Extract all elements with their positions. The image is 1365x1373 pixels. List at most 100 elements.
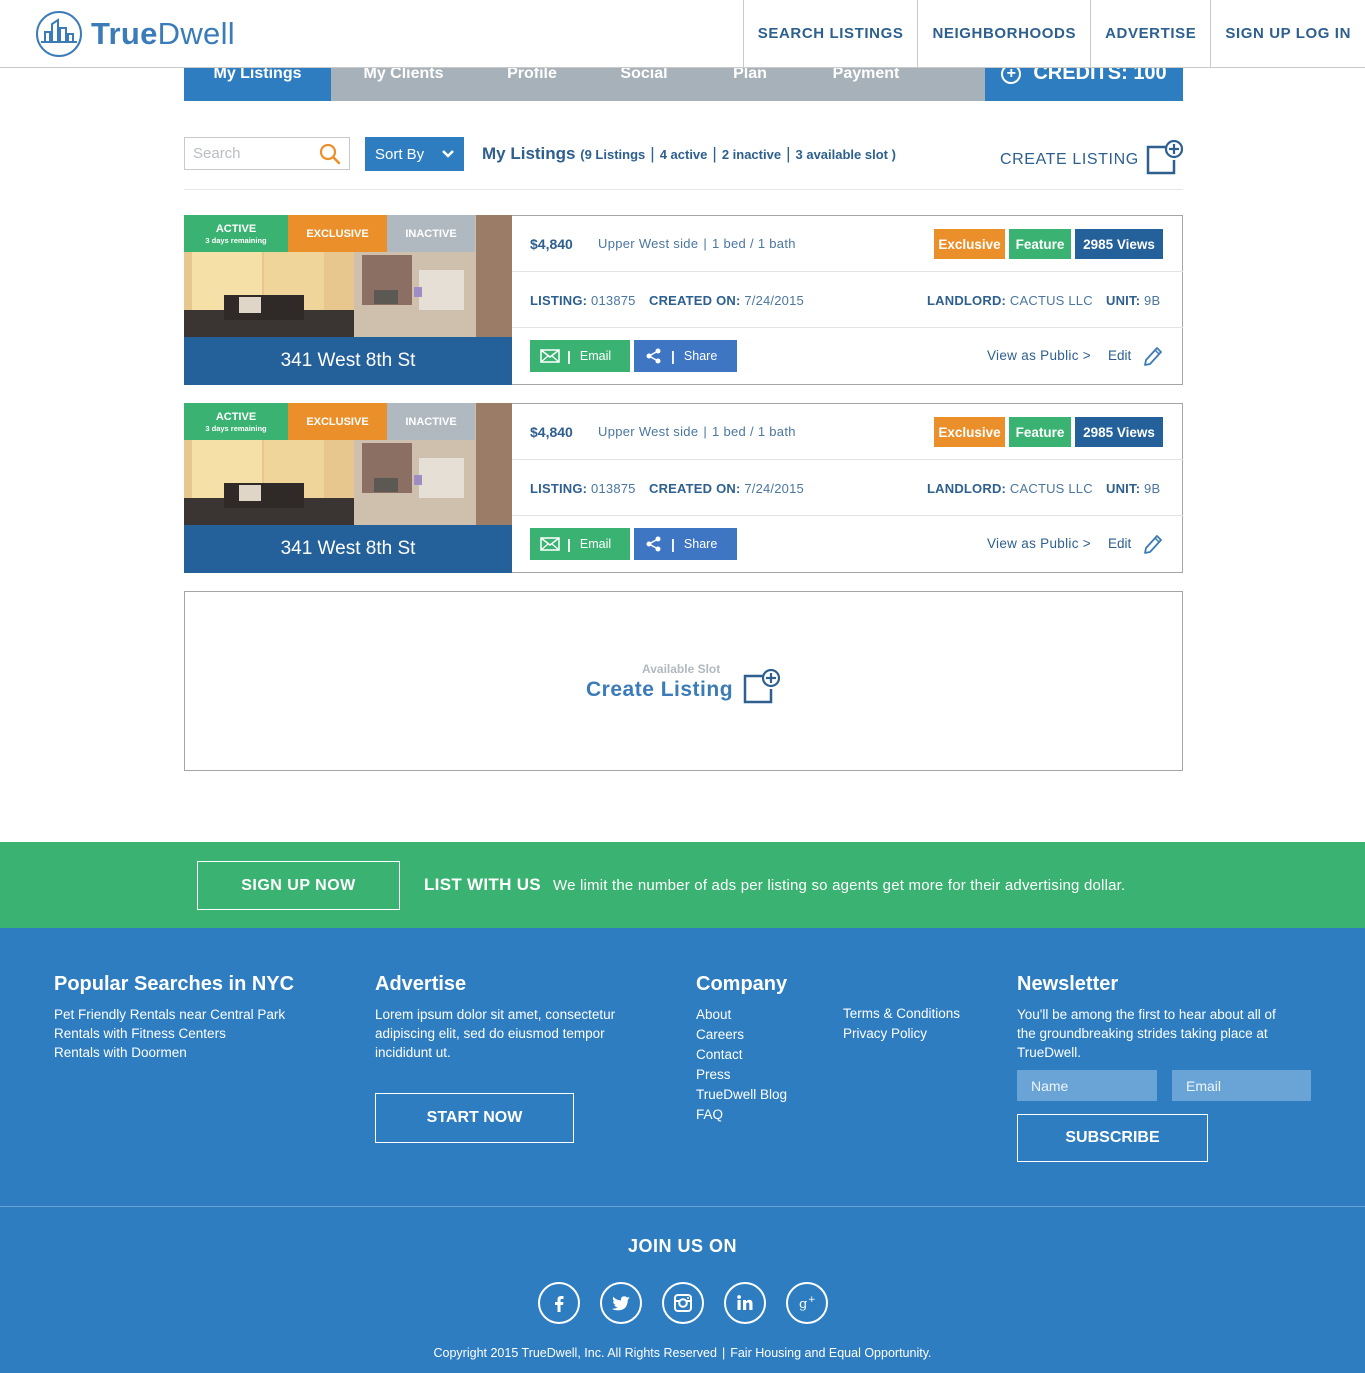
sort-by-dropdown[interactable]: Sort By [365, 137, 464, 171]
listing-price: $4,840 [530, 424, 573, 440]
footer-link[interactable]: Rentals with Doormen [54, 1043, 294, 1062]
subscribe-button[interactable]: SUBSCRIBE [1017, 1114, 1208, 1162]
listing-info-row: $4,840 Upper West side | 1 bed / 1 bath Ex… [512, 404, 1183, 460]
active-badge: ACTIVE 3 days remaining [184, 215, 288, 252]
listing-card: ACTIVE 3 days remaining EXCLUSIVE INACTI… [184, 403, 1183, 573]
tab-payment[interactable]: Payment [800, 64, 932, 101]
listing-actions-row: | Email | Share View as Public > Edit [512, 328, 1183, 385]
nav-signup-login[interactable]: SIGN UP LOG IN [1210, 0, 1365, 67]
inactive-badge[interactable]: INACTIVE [387, 215, 475, 252]
add-listing-icon[interactable] [1146, 140, 1184, 176]
footer-link-about[interactable]: About [696, 1005, 787, 1025]
sort-by-label: Sort By [375, 145, 425, 163]
add-listing-icon[interactable] [743, 669, 781, 705]
instagram-icon[interactable] [662, 1282, 704, 1324]
footer-divider [0, 1206, 1365, 1207]
footer-link[interactable]: Pet Friendly Rentals near Central Park [54, 1005, 294, 1024]
view-as-public-link[interactable]: View as Public > [987, 536, 1091, 551]
status-badges: ACTIVE 3 days remaining EXCLUSIVE INACTI… [184, 403, 475, 440]
main-nav: SEARCH LISTINGS NEIGHBORHOODS ADVERTISE … [742, 0, 1365, 67]
footer-link-press[interactable]: Press [696, 1065, 787, 1085]
share-button[interactable]: | Share [634, 340, 737, 372]
envelope-icon [540, 537, 560, 551]
advertise-text: adipiscing elit, sed do eiusmod tempor [375, 1026, 605, 1041]
view-as-public-link[interactable]: View as Public > [987, 348, 1091, 363]
tab-my-clients[interactable]: My Clients [331, 64, 476, 101]
tab-my-listings[interactable]: My Listings [184, 64, 331, 101]
site-header: TrueDwell SEARCH LISTINGS NEIGHBORHOODS … [0, 0, 1365, 68]
social-links: g + [538, 1282, 848, 1324]
join-us-title: JOIN US ON [627, 1236, 738, 1256]
fair-housing-link[interactable]: Fair Housing and Equal Opportunity. [730, 1346, 931, 1360]
feature-tag: Feature [1009, 229, 1071, 259]
nav-search-listings[interactable]: SEARCH LISTINGS [742, 0, 918, 67]
listing-actions-row: | Email | Share View as Public > Edit [512, 516, 1183, 573]
newsletter-email-input[interactable] [1172, 1070, 1311, 1101]
advertise-title: Advertise [375, 973, 467, 995]
newsletter-title: Newsletter [1017, 973, 1119, 995]
footer-link-faq[interactable]: FAQ [696, 1105, 787, 1125]
footer-link-blog[interactable]: TrueDwell Blog [696, 1085, 787, 1105]
listings-summary: My Listings (9 Listings | 4 active | 2 inact… [482, 144, 896, 163]
search-input[interactable] [185, 138, 305, 169]
active-badge: ACTIVE 3 days remaining [184, 403, 288, 440]
google-plus-icon[interactable]: g + [786, 1282, 828, 1324]
newsletter-name-input[interactable] [1017, 1070, 1157, 1101]
envelope-icon [540, 349, 560, 363]
copyright: Copyright 2015 TrueDwell, Inc. All Right… [433, 1346, 932, 1360]
footer-link-terms[interactable]: Terms & Conditions [843, 1004, 960, 1024]
listing-landlord: LANDLORD: CACTUS LLC [927, 481, 1093, 496]
newsletter-text: the groundbreaking strides taking place … [1017, 1026, 1268, 1041]
twitter-icon[interactable] [600, 1282, 642, 1324]
share-icon [646, 536, 661, 552]
truedwell-logo[interactable]: TrueDwell [35, 10, 235, 58]
advertise-text: incididunt ut. [375, 1045, 451, 1060]
pencil-icon[interactable] [1142, 533, 1164, 555]
listing-created: CREATED ON: 7/24/2015 [649, 481, 804, 496]
email-button[interactable]: | Email [530, 528, 630, 560]
edit-link[interactable]: Edit [1108, 536, 1131, 551]
views-count: 2985 Views [1075, 229, 1163, 259]
exclusive-badge: EXCLUSIVE [288, 215, 387, 252]
create-listing-link[interactable]: CREATE LISTING [1000, 151, 1139, 169]
footer-link-careers[interactable]: Careers [696, 1025, 787, 1045]
popular-searches-title: Popular Searches in NYC [54, 973, 295, 995]
listing-created: CREATED ON: 7/24/2015 [649, 293, 804, 308]
banner-title: LIST WITH US [424, 875, 541, 894]
nav-advertise[interactable]: ADVERTISE [1090, 0, 1210, 67]
banner-text: We limit the number of ads per listing s… [553, 877, 1126, 894]
share-icon [646, 348, 661, 364]
listing-address[interactable]: 341 West 8th St [184, 337, 512, 385]
credits-button[interactable]: + CREDITS: 100 [985, 62, 1183, 101]
newsletter-text: You'll be among the first to hear about … [1017, 1007, 1276, 1022]
footer-link-contact[interactable]: Contact [696, 1045, 787, 1065]
share-button[interactable]: | Share [634, 528, 737, 560]
search-box [184, 137, 350, 170]
tab-social[interactable]: Social [588, 64, 700, 101]
toolbar-divider [184, 189, 1183, 190]
newsletter-text: TrueDwell. [1017, 1045, 1082, 1060]
pencil-icon[interactable] [1142, 345, 1164, 367]
nav-neighborhoods[interactable]: NEIGHBORHOODS [917, 0, 1090, 67]
listing-id: LISTING: 013875 [530, 481, 636, 496]
search-icon[interactable] [319, 143, 341, 165]
popular-searches: Popular Searches in NYC Pet Friendly Ren… [54, 973, 294, 1062]
listing-address[interactable]: 341 West 8th St [184, 525, 512, 573]
footer-link-privacy[interactable]: Privacy Policy [843, 1024, 960, 1044]
tab-plan[interactable]: Plan [700, 64, 800, 101]
facebook-icon[interactable] [538, 1282, 580, 1324]
company-section: Company About Careers Contact Press True… [696, 973, 787, 1125]
views-count: 2985 Views [1075, 417, 1163, 447]
exclusive-badge: EXCLUSIVE [288, 403, 387, 440]
start-now-button[interactable]: START NOW [375, 1093, 574, 1143]
listing-location: Upper West side | 1 bed / 1 bath [598, 236, 796, 251]
edit-link[interactable]: Edit [1108, 348, 1131, 363]
tab-profile[interactable]: Profile [476, 64, 588, 101]
footer-link[interactable]: Rentals with Fitness Centers [54, 1024, 294, 1043]
create-listing-button[interactable]: Create Listing [586, 678, 733, 702]
linkedin-icon[interactable] [724, 1282, 766, 1324]
listing-price: $4,840 [530, 236, 573, 252]
email-button[interactable]: | Email [530, 340, 630, 372]
inactive-badge[interactable]: INACTIVE [387, 403, 475, 440]
sign-up-now-button[interactable]: SIGN UP NOW [197, 861, 400, 910]
